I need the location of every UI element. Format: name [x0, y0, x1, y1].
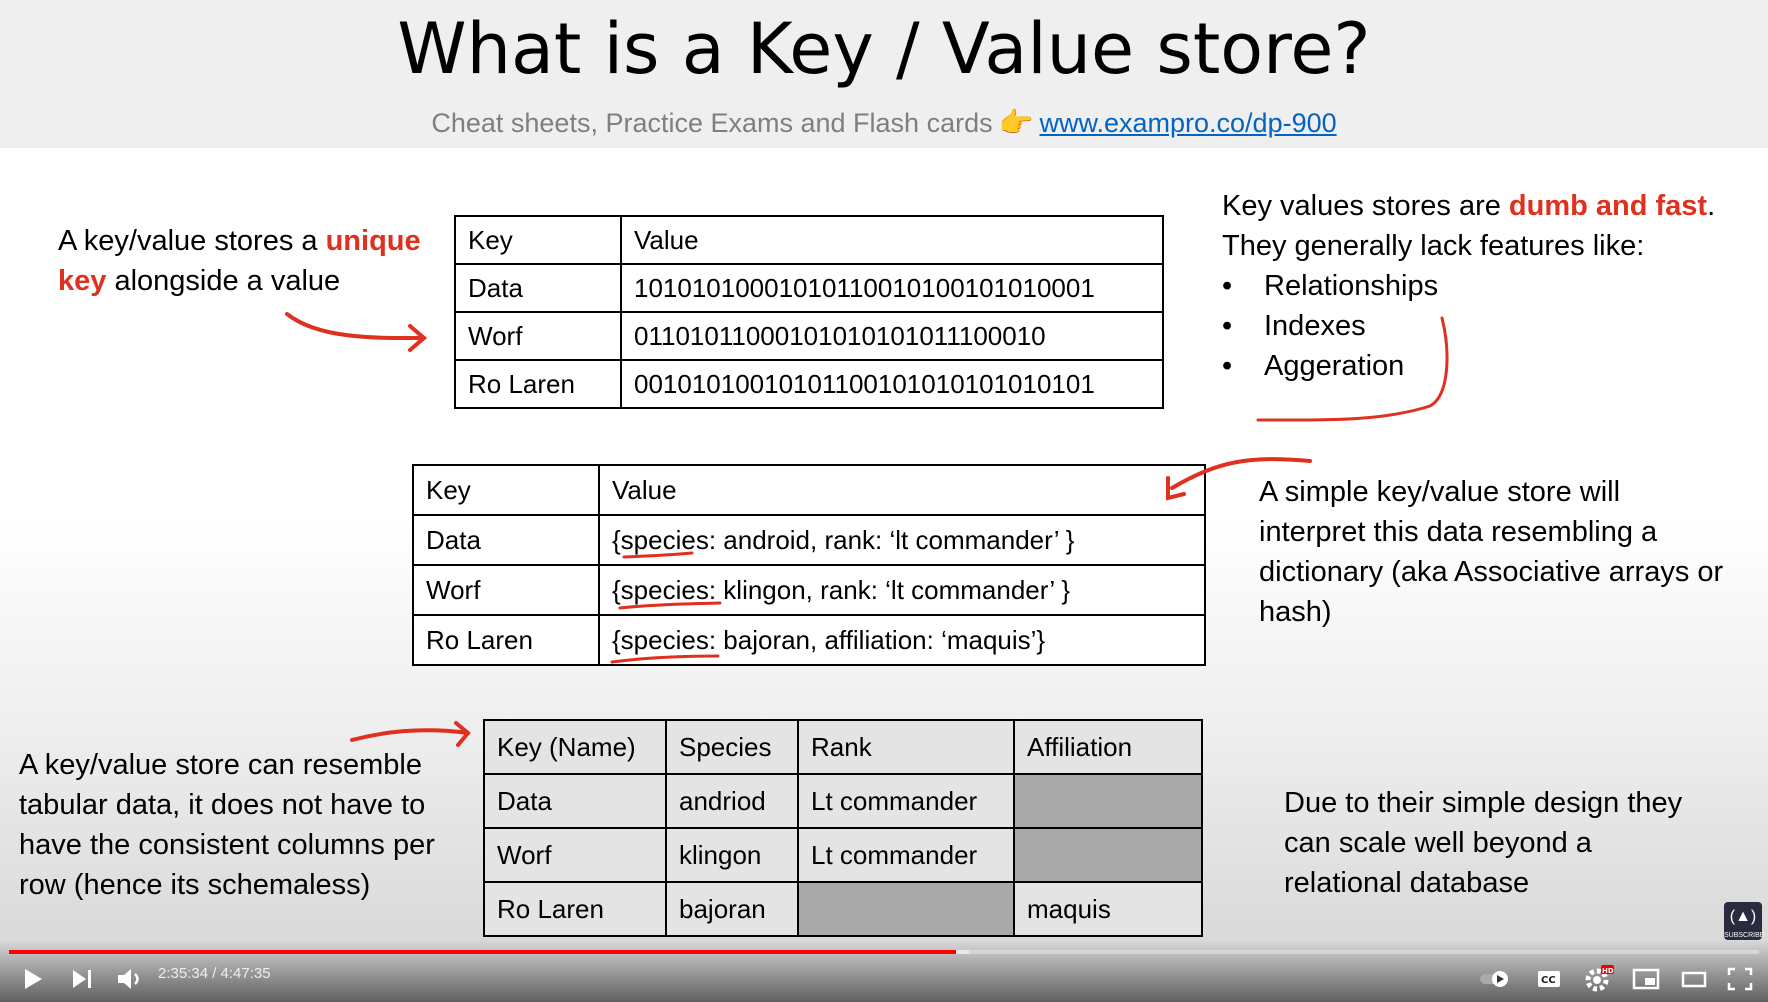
flame-icon: (▲) [1729, 908, 1757, 925]
features-bracket [1256, 316, 1449, 422]
species-underline [622, 551, 694, 559]
species-underline [618, 601, 722, 610]
next-icon[interactable] [70, 966, 96, 992]
arrow-to-table2 [1170, 457, 1312, 490]
time-display: 2:35:34 / 4:47:35 [158, 965, 271, 982]
progress-fill [9, 950, 956, 954]
arrow-to-table3 [350, 728, 470, 742]
svg-text:CC: CC [1541, 975, 1556, 986]
ink-annotations [285, 312, 1449, 747]
channel-badge[interactable]: (▲) SUBSCRIBE [1724, 902, 1765, 940]
miniplayer-icon[interactable] [1632, 966, 1660, 992]
play-icon[interactable] [20, 966, 46, 992]
settings-icon[interactable]: HD [1584, 964, 1614, 994]
subscribe-label: SUBSCRIBE [1724, 932, 1765, 939]
species-underline [610, 654, 720, 664]
autoplay-toggle[interactable] [1478, 968, 1514, 990]
theater-icon[interactable] [1680, 966, 1708, 992]
volume-icon[interactable] [116, 966, 144, 992]
arrow-to-table1 [285, 312, 426, 341]
captions-icon[interactable]: CC [1536, 966, 1562, 992]
fullscreen-icon[interactable] [1726, 966, 1754, 992]
slide: What is a Key / Value store? Cheat sheet… [0, 0, 1768, 1002]
svg-text:HD: HD [1602, 967, 1614, 975]
